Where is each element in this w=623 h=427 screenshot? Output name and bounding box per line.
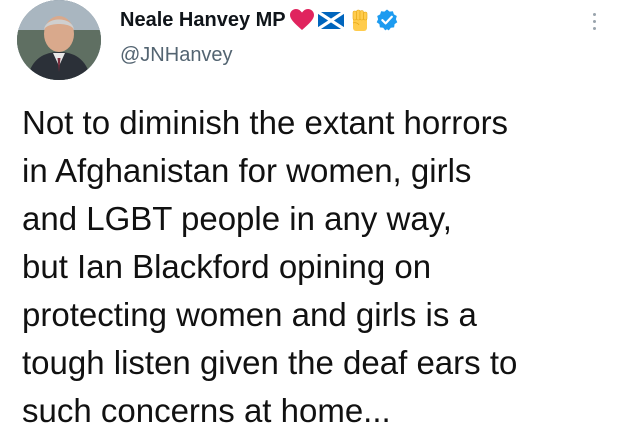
tweet-text-line: but Ian Blackford opining on: [22, 248, 432, 285]
scotland-saltire-flag-icon: [317, 9, 344, 31]
red-heart-icon: [289, 9, 314, 31]
verified-badge-icon: [376, 9, 398, 31]
raised-fist-icon: [348, 9, 372, 31]
tweet-text-line: such concerns at home...: [22, 392, 391, 427]
display-name-row: Neale Hanvey MP: [120, 6, 398, 34]
tweet-text-line: protecting women and girls is a: [22, 296, 477, 333]
menu-dot: [592, 26, 596, 30]
menu-dot: [592, 19, 596, 23]
display-name[interactable]: Neale Hanvey MP: [120, 9, 286, 32]
tweet-text-line: in Afghanistan for women, girls: [22, 152, 472, 189]
user-handle[interactable]: @JNHanvey: [120, 44, 233, 67]
menu-dot: [592, 12, 596, 16]
tweet-card: Neale Hanvey MP @JNHanvey Not to diminis…: [0, 0, 623, 427]
more-vertical-icon[interactable]: [582, 8, 606, 34]
tweet-text-line: and LGBT people in any way,: [22, 200, 452, 237]
tweet-text: Not to diminish the extant horrors in Af…: [22, 99, 622, 427]
tweet-text-line: Not to diminish the extant horrors: [22, 104, 509, 141]
avatar[interactable]: [17, 0, 101, 80]
tweet-text-line: tough listen given the deaf ears to: [22, 344, 518, 381]
avatar-photo: [17, 0, 101, 80]
